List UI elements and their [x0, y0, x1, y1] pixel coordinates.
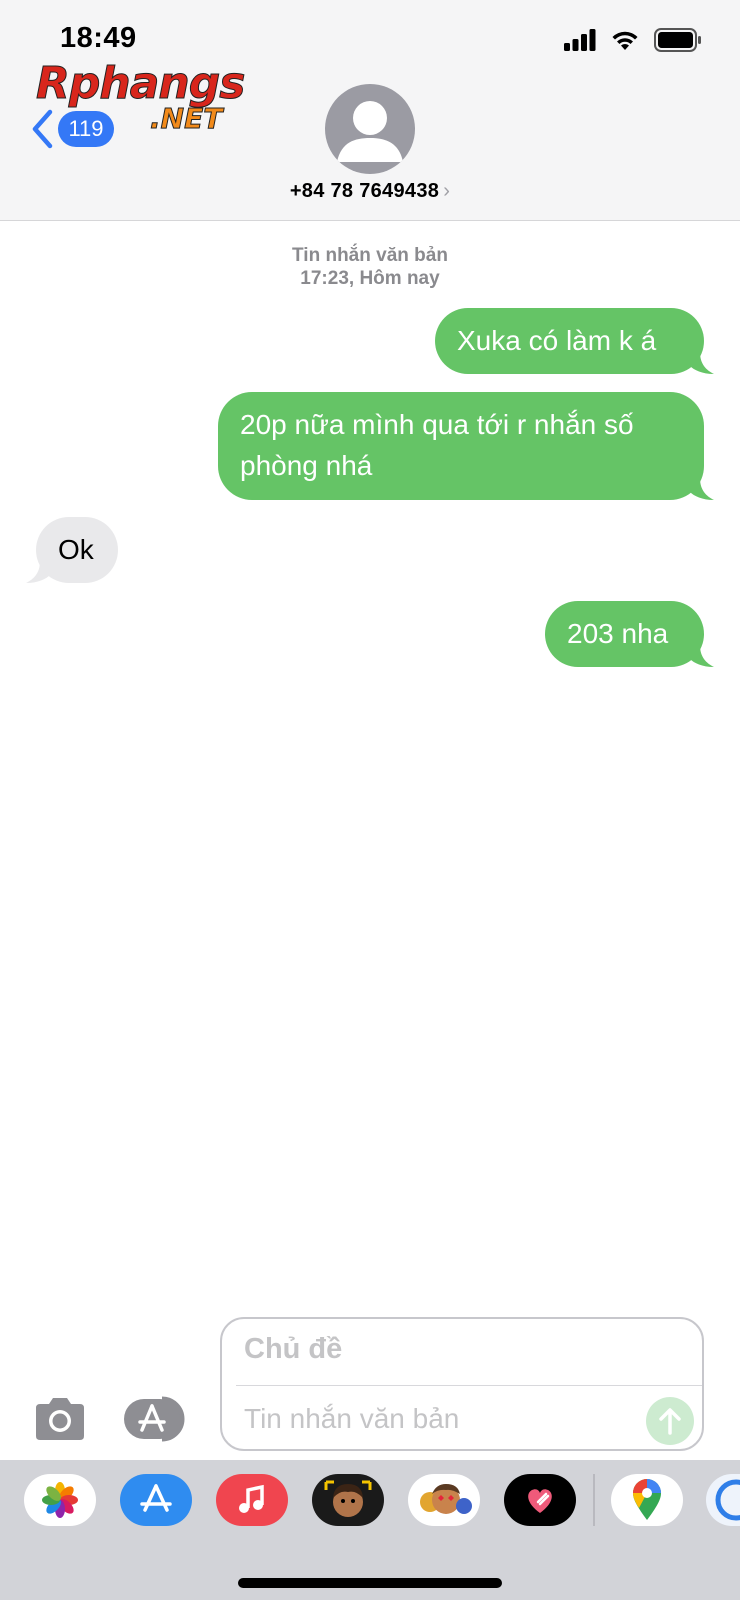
message-timestamp-header: Tin nhắn văn bản 17:23, Hôm nay: [0, 244, 740, 290]
composer-divider: [236, 1385, 702, 1386]
bubble-tail: [690, 645, 714, 667]
chevron-left-icon: [32, 109, 53, 149]
digital-touch-icon[interactable]: [504, 1474, 576, 1526]
person-icon: [337, 101, 403, 162]
message-type-label: Tin nhắn văn bản: [292, 245, 448, 266]
music-app-icon[interactable]: [216, 1474, 288, 1526]
subject-input[interactable]: Chủ đề: [244, 1333, 342, 1366]
bubble-tail: [690, 478, 714, 500]
home-indicator[interactable]: [238, 1578, 502, 1588]
chevron-right-icon: ›: [443, 180, 451, 202]
status-time: 18:49: [60, 22, 137, 54]
bubble-tail: [690, 352, 714, 374]
contact-number: +84 78 7649438: [289, 180, 440, 202]
google-maps-icon[interactable]: [611, 1474, 683, 1526]
message-time-label: 17:23, Hôm nay: [300, 268, 440, 289]
send-button[interactable]: [646, 1397, 694, 1445]
conversation-header: 18:49 Rphangs .NET 119 +84 78 7649438 ›: [0, 0, 740, 221]
message-bubble-sent[interactable]: Xuka có làm k á: [435, 308, 714, 374]
contact-avatar[interactable]: [325, 84, 415, 174]
message-text: Xuka có làm k á: [457, 325, 657, 356]
app-store-icon: [124, 1396, 185, 1442]
message-input[interactable]: Tin nhắn văn bản: [244, 1403, 459, 1435]
memoji-camera-icon[interactable]: [312, 1474, 384, 1526]
drawer-separator: [593, 1474, 595, 1526]
back-button[interactable]: 119: [30, 108, 114, 150]
message-bubble-sent[interactable]: 203 nha: [545, 601, 714, 667]
battery-icon: [654, 28, 701, 52]
message-text: Ok: [58, 534, 94, 565]
message-text: 203 nha: [567, 618, 669, 649]
cellular-signal-icon: [564, 29, 596, 51]
photos-app-icon[interactable]: [24, 1474, 96, 1526]
message-composer: Chủ đề Tin nhắn văn bản: [220, 1317, 704, 1451]
app-store-drawer-button[interactable]: [124, 1396, 190, 1442]
app-store-app-icon[interactable]: [120, 1474, 192, 1526]
unread-count-badge: 119: [58, 111, 114, 147]
message-bubble-sent[interactable]: 20p nữa mình qua tới r nhắn số phòng nhá: [218, 392, 714, 500]
wifi-icon: [612, 31, 638, 50]
contact-name-button[interactable]: +84 78 7649438 ›: [0, 180, 740, 203]
message-bubble-received[interactable]: Ok: [26, 517, 118, 583]
bubble-tail: [26, 561, 50, 583]
memoji-stickers-icon[interactable]: [408, 1474, 480, 1526]
message-text: 20p nữa mình qua tới r nhắn số phòng nhá: [240, 409, 634, 481]
status-icons: [564, 28, 702, 52]
arrow-up-icon: [659, 1408, 681, 1435]
camera-icon: [36, 1398, 84, 1440]
watermark-line-2: .NET: [149, 102, 223, 136]
more-app-icon[interactable]: [706, 1474, 740, 1526]
camera-button[interactable]: [32, 1396, 88, 1442]
